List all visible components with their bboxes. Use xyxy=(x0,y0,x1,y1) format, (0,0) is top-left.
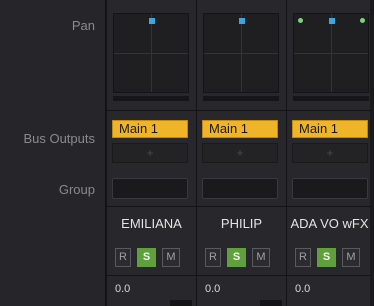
pan-row-label: Pan xyxy=(71,18,95,33)
row-labels-column: Pan Bus Outputs Group xyxy=(0,0,106,306)
divider xyxy=(197,110,286,111)
bus-output-button[interactable]: Main 1 xyxy=(202,120,278,138)
bus-output-button[interactable]: Main 1 xyxy=(292,120,368,138)
pan-width-bar[interactable] xyxy=(293,96,369,101)
pan-position-handle[interactable] xyxy=(239,18,245,24)
bus-outputs-row-label: Bus Outputs xyxy=(23,131,95,146)
divider xyxy=(197,275,286,276)
channel-name[interactable]: EMILIANA xyxy=(107,216,196,231)
record-button[interactable]: R xyxy=(205,248,221,267)
level-readout: 0.0 xyxy=(295,283,311,295)
fader-top[interactable] xyxy=(170,300,192,306)
fader-top[interactable] xyxy=(260,300,282,306)
mute-button[interactable]: M xyxy=(162,248,180,267)
divider xyxy=(287,206,372,207)
pan-control[interactable] xyxy=(203,13,279,93)
mute-button[interactable]: M xyxy=(252,248,270,267)
solo-button[interactable]: S xyxy=(227,248,246,267)
level-readout: 0.0 xyxy=(205,283,221,295)
solo-button[interactable]: S xyxy=(317,248,336,267)
divider xyxy=(287,110,372,111)
add-bus-output-button[interactable]: + xyxy=(202,143,278,163)
solo-button[interactable]: S xyxy=(137,248,156,267)
pan-position-handle[interactable] xyxy=(329,18,335,24)
level-readout: 0.0 xyxy=(115,283,131,295)
pan-width-bar[interactable] xyxy=(113,96,189,101)
pan-left-edge-handle[interactable] xyxy=(298,18,303,23)
channel-name[interactable]: PHILIP xyxy=(197,216,286,231)
divider xyxy=(107,110,196,111)
channel-strip-emiliana: Main 1 + EMILIANA R S M 0.0 xyxy=(106,0,196,306)
group-selector[interactable] xyxy=(202,178,278,199)
pan-control[interactable] xyxy=(113,13,189,93)
divider xyxy=(287,275,372,276)
channel-strip-ada-vo-wfx: Main 1 + ADA VO wFX R S M 0.0 xyxy=(286,0,372,306)
add-bus-output-button[interactable]: + xyxy=(112,143,188,163)
add-bus-output-button[interactable]: + xyxy=(292,143,368,163)
mute-button[interactable]: M xyxy=(342,248,360,267)
pan-right-edge-handle[interactable] xyxy=(360,18,365,23)
record-button[interactable]: R xyxy=(115,248,131,267)
channel-name[interactable]: ADA VO wFX xyxy=(287,216,372,231)
group-row-label: Group xyxy=(58,182,95,197)
divider xyxy=(107,275,196,276)
record-button[interactable]: R xyxy=(295,248,311,267)
group-selector[interactable] xyxy=(112,178,188,199)
divider xyxy=(197,206,286,207)
channel-strip-philip: Main 1 + PHILIP R S M 0.0 xyxy=(196,0,286,306)
mixer-right-edge xyxy=(370,0,374,306)
pan-control[interactable] xyxy=(293,13,369,93)
pan-crosshair-v xyxy=(151,14,152,92)
divider xyxy=(107,206,196,207)
pan-crosshair-v xyxy=(331,14,332,92)
pan-crosshair-v xyxy=(241,14,242,92)
bus-output-button[interactable]: Main 1 xyxy=(112,120,188,138)
pan-position-handle[interactable] xyxy=(149,18,155,24)
pan-width-bar[interactable] xyxy=(203,96,279,101)
group-selector[interactable] xyxy=(292,178,368,199)
